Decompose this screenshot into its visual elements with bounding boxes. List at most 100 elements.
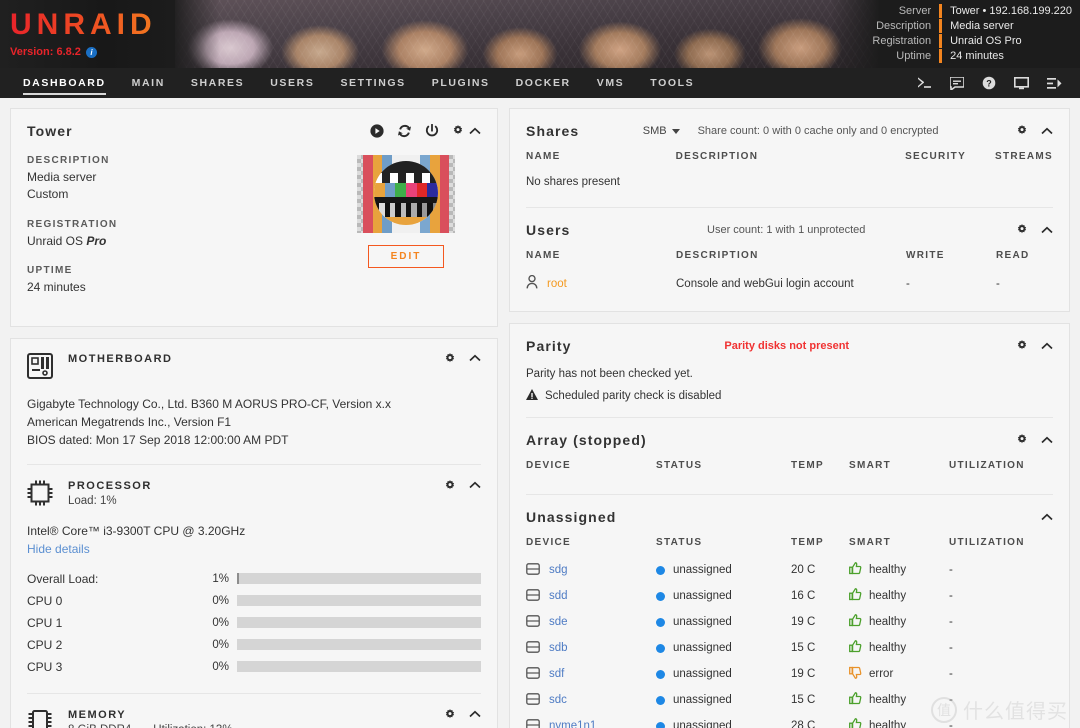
- collapse-chevron-icon[interactable]: [469, 710, 481, 719]
- collapse-chevron-icon[interactable]: [469, 127, 481, 136]
- status-dot-icon: [656, 617, 665, 627]
- brand-logo[interactable]: UNRAID Version: 6.8.2 i: [0, 0, 175, 68]
- user-write: -: [906, 277, 910, 290]
- server-info-label-0: Server: [898, 5, 932, 17]
- device-status: unassigned: [673, 590, 732, 602]
- gear-icon[interactable]: [444, 352, 456, 365]
- device-name[interactable]: nvme1n1: [549, 720, 596, 728]
- processor-load-text: Load: 1%: [68, 494, 117, 507]
- status-cell-wrap: unassigned: [656, 635, 791, 661]
- device-entry[interactable]: nvme1n1: [526, 718, 656, 728]
- smart-status: healthy: [869, 642, 907, 654]
- device-entry[interactable]: sdg: [526, 562, 656, 578]
- nav-item-users[interactable]: USERS: [257, 68, 327, 98]
- user-name[interactable]: root: [547, 278, 567, 290]
- nav-item-plugins[interactable]: PLUGINS: [419, 68, 503, 98]
- device-cell: nvme1n1: [526, 713, 656, 728]
- smart-cell-wrap: healthy: [849, 583, 949, 609]
- nav-item-vms[interactable]: VMS: [584, 68, 638, 98]
- nav-item-dashboard[interactable]: DASHBOARD: [10, 68, 119, 98]
- unassigned-header: Unassigned: [526, 509, 1053, 525]
- cpu-load-bar: [237, 661, 481, 673]
- tower-settings-group[interactable]: [452, 125, 481, 137]
- gear-icon[interactable]: [1016, 340, 1028, 352]
- smart-cell: healthy: [849, 718, 949, 728]
- nav-item-tools[interactable]: TOOLS: [637, 68, 707, 98]
- motherboard-title-block: MOTHERBOARD: [68, 353, 173, 365]
- device-name[interactable]: sdc: [549, 694, 567, 706]
- device-utilization: -: [949, 668, 953, 680]
- table-row[interactable]: sdd unassigned 16 C healthy -: [526, 583, 1053, 609]
- protocol-dropdown[interactable]: SMB: [643, 125, 680, 137]
- device-name[interactable]: sdf: [549, 668, 564, 680]
- gear-icon[interactable]: [444, 708, 456, 721]
- device-name[interactable]: sdb: [549, 642, 568, 654]
- collapse-chevron-icon[interactable]: [1041, 127, 1053, 136]
- gear-icon[interactable]: [452, 125, 464, 137]
- device-name[interactable]: sdg: [549, 564, 568, 576]
- nav-item-settings[interactable]: SETTINGS: [327, 68, 418, 98]
- divider: [526, 207, 1053, 208]
- user-count-text: User count: 1 with 1 unprotected: [707, 224, 866, 236]
- collapse-chevron-icon[interactable]: [469, 481, 481, 490]
- unassigned-col-utilization: UTILIZATION: [949, 537, 1025, 548]
- nav-item-docker[interactable]: DOCKER: [503, 68, 584, 98]
- device-name[interactable]: sde: [549, 616, 568, 628]
- table-row[interactable]: sdc unassigned 15 C healthy -: [526, 687, 1053, 713]
- device-entry[interactable]: sdf: [526, 666, 656, 682]
- unassigned-tools: [1041, 513, 1053, 522]
- nav-item-main[interactable]: MAIN: [119, 68, 178, 98]
- unassigned-table: DEVICE STATUS TEMP SMART UTILIZATION sdg…: [526, 537, 1053, 728]
- power-icon[interactable]: [425, 124, 439, 138]
- users-table: NAME DESCRIPTION WRITE READ root Console…: [526, 250, 1053, 297]
- table-row[interactable]: sdg unassigned 20 C healthy -: [526, 557, 1053, 583]
- nav-item-shares[interactable]: SHARES: [178, 68, 257, 98]
- table-row[interactable]: root Console and webGui login account - …: [526, 270, 1053, 297]
- avatar: [357, 155, 455, 233]
- gear-icon[interactable]: [1016, 125, 1028, 137]
- device-name[interactable]: sdd: [549, 590, 568, 602]
- device-utilization: -: [949, 694, 953, 706]
- device-utilization: -: [949, 642, 953, 654]
- collapse-chevron-icon[interactable]: [1041, 342, 1053, 351]
- table-row[interactable]: sdf unassigned 19 C error -: [526, 661, 1053, 687]
- help-icon[interactable]: ?: [982, 76, 996, 90]
- registration-label: REGISTRATION: [27, 218, 118, 230]
- terminal-icon[interactable]: [917, 76, 932, 90]
- parity-warning-text: Scheduled parity check is disabled: [545, 390, 722, 402]
- collapse-chevron-icon[interactable]: [1041, 436, 1053, 445]
- info-icon[interactable]: i: [85, 46, 97, 58]
- start-array-icon[interactable]: [370, 124, 384, 138]
- warning-icon: [526, 389, 538, 403]
- device-status: unassigned: [673, 642, 732, 654]
- table-row[interactable]: sdb unassigned 15 C healthy -: [526, 635, 1053, 661]
- table-row[interactable]: nvme1n1 unassigned 28 C healthy -: [526, 713, 1053, 728]
- array-col-status: STATUS: [656, 460, 703, 471]
- collapse-chevron-icon[interactable]: [1041, 226, 1053, 235]
- display-icon[interactable]: [1014, 76, 1029, 90]
- device-entry[interactable]: sdd: [526, 588, 656, 604]
- feedback-icon[interactable]: [950, 76, 964, 90]
- description-label: DESCRIPTION: [27, 155, 110, 166]
- refresh-icon[interactable]: [397, 124, 412, 138]
- gear-icon[interactable]: [1016, 434, 1028, 446]
- device-entry[interactable]: sdb: [526, 640, 656, 656]
- hide-details-link[interactable]: Hide details: [27, 540, 481, 558]
- edit-button[interactable]: EDIT: [367, 245, 445, 268]
- table-row[interactable]: sde unassigned 19 C healthy -: [526, 609, 1053, 635]
- device-entry[interactable]: sdc: [526, 692, 656, 708]
- collapse-chevron-icon[interactable]: [469, 354, 481, 363]
- shares-header: Shares SMB Share count: 0 with 0 cache o…: [526, 123, 1053, 139]
- shares-empty-row: No shares present: [526, 171, 1053, 193]
- gear-icon[interactable]: [444, 479, 456, 492]
- registration-text: Unraid OS: [27, 233, 87, 248]
- user-entry[interactable]: root: [526, 274, 676, 292]
- gear-icon[interactable]: [1016, 224, 1028, 236]
- device-utilization: -: [949, 616, 953, 628]
- cpu-load-row: CPU 2 0%: [27, 634, 481, 656]
- logout-icon[interactable]: [1047, 77, 1062, 90]
- collapse-chevron-icon[interactable]: [1041, 513, 1053, 522]
- device-entry[interactable]: sde: [526, 614, 656, 630]
- cpu-load-pct: 0%: [212, 616, 229, 629]
- test-pattern-circle: [374, 161, 438, 225]
